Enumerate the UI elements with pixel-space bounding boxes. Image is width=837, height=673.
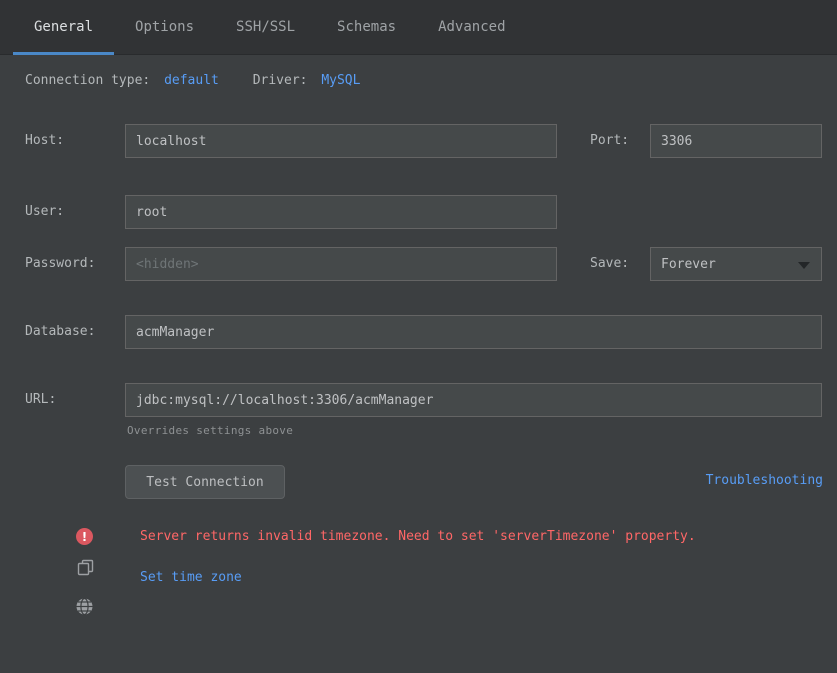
web-icon[interactable] [75, 597, 94, 616]
database-input[interactable] [125, 315, 822, 349]
save-dropdown-value: Forever [661, 256, 716, 272]
set-time-zone-link[interactable]: Set time zone [140, 570, 242, 585]
user-input[interactable] [125, 195, 557, 229]
test-connection-button[interactable]: Test Connection [125, 465, 285, 499]
connection-type-row: Connection type: default Driver: MySQL [25, 73, 360, 88]
tab-advanced[interactable]: Advanced [417, 0, 526, 54]
tab-general-label: General [34, 19, 94, 35]
tab-ssh-ssl[interactable]: SSH/SSL [215, 0, 316, 54]
tab-options-label: Options [135, 19, 195, 35]
save-dropdown[interactable]: Forever [650, 247, 822, 281]
copy-icon[interactable] [77, 559, 94, 576]
port-label: Port: [590, 133, 630, 148]
troubleshooting-link[interactable]: Troubleshooting [706, 473, 823, 488]
save-label: Save: [590, 256, 630, 271]
error-icon: ! [76, 528, 93, 545]
tab-options[interactable]: Options [114, 0, 215, 54]
tab-schemas-label: Schemas [337, 19, 397, 35]
connection-type-label: Connection type: [25, 73, 151, 88]
connection-type-link[interactable]: default [164, 73, 219, 88]
connection-settings-dialog: General Options SSH/SSL Schemas Advanced… [0, 0, 837, 673]
driver-label: Driver: [252, 73, 308, 88]
database-label: Database: [25, 324, 96, 339]
password-label: Password: [25, 256, 96, 271]
url-hint: Overrides settings above [127, 424, 294, 437]
error-message: Server returns invalid timezone. Need to… [140, 529, 696, 544]
host-input[interactable] [125, 124, 557, 158]
driver-link[interactable]: MySQL [321, 73, 360, 88]
chevron-down-icon [798, 262, 810, 269]
url-input[interactable] [125, 383, 822, 417]
tab-general[interactable]: General [13, 0, 115, 55]
tab-schemas[interactable]: Schemas [316, 0, 417, 54]
url-label: URL: [25, 392, 57, 407]
tab-ssh-ssl-label: SSH/SSL [236, 19, 296, 35]
user-label: User: [25, 204, 65, 219]
host-label: Host: [25, 133, 65, 148]
password-input[interactable] [125, 247, 557, 281]
tab-advanced-label: Advanced [438, 19, 506, 35]
tab-bar: General Options SSH/SSL Schemas Advanced [0, 0, 837, 55]
port-input[interactable] [650, 124, 822, 158]
